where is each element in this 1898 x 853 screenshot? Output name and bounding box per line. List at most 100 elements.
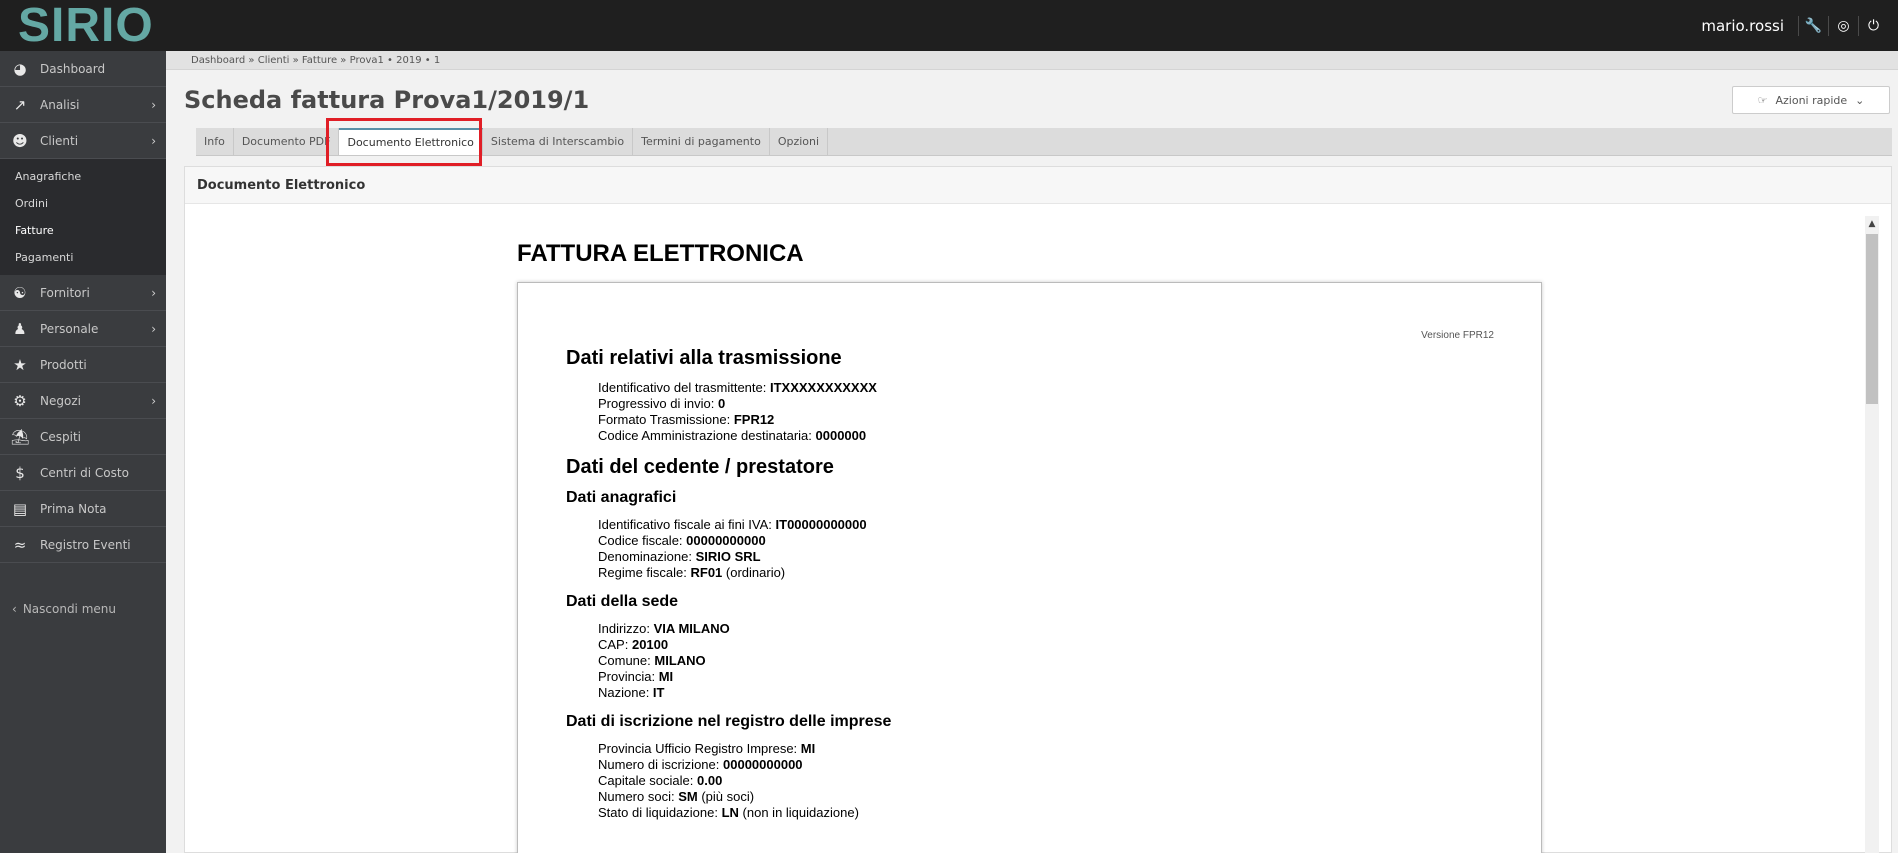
sidebar-item-negozi[interactable]: ⚙ Negozi › [0,383,166,419]
field-note: (ordinario) [722,565,786,580]
anagrafici-fields: Identificativo fiscale ai fini IVA: IT00… [566,517,1493,581]
sidebar-item-clienti[interactable]: ☻ Clienti › [0,123,166,159]
tab-opzioni[interactable]: Opzioni [770,128,829,155]
field-row: Codice Amministrazione destinataria: 000… [598,428,1493,444]
sidebar-item-registro-eventi[interactable]: ≈ Registro Eventi [0,527,166,563]
field-label: Nazione: [598,685,653,700]
submenu-item-anagrafiche[interactable]: Anagrafiche [0,163,166,190]
globe-icon[interactable]: ◎ [1828,15,1858,36]
sidebar-item-label: Personale [40,321,99,336]
field-value: SM [678,789,698,804]
sidebar-item-fornitori[interactable]: ☯ Fornitori › [0,275,166,311]
power-icon[interactable]: ⏻ [1858,15,1888,36]
sidebar-item-label: Fornitori [40,285,90,300]
rss-icon: ≈ [13,535,27,554]
dashboard-icon: ◕ [13,59,27,78]
field-value: 0.00 [697,773,723,788]
chevron-right-icon: › [151,285,156,300]
sidebar-item-label: Prodotti [40,357,87,372]
document-title: FATTURA ELETTRONICA [517,240,804,267]
users-icon: ☯ [13,283,27,302]
sidebar-item-personale[interactable]: ♟ Personale › [0,311,166,347]
field-row: CAP: 20100 [598,637,1493,653]
field-value: 20100 [631,637,669,652]
tab-sistema-di-interscambio[interactable]: Sistema di Interscambio [483,128,634,155]
subsection-heading: Dati anagrafici [566,489,677,506]
field-value: MILANO [654,653,706,668]
field-label: Comune: [598,653,655,668]
field-row: Comune: MILANO [598,653,1493,669]
field-value: LN [721,805,739,820]
field-value: MI [800,741,816,756]
sidebar-item-analisi[interactable]: ↗ Analisi › [0,87,166,123]
field-row: Codice fiscale: 00000000000 [598,533,1493,549]
submenu-item-fatture[interactable]: Fatture [0,217,166,244]
book-icon: ▤ [12,499,28,518]
field-label: Progressivo di invio: [598,396,718,411]
hide-menu-button[interactable]: ‹ Nascondi menu [0,597,166,621]
main-content: Dashboard » Clienti » Fatture » Prova1 •… [166,51,1898,853]
field-row: Numero di iscrizione: 00000000000 [598,757,1493,773]
submenu-item-pagamenti[interactable]: Pagamenti [0,244,166,271]
wrench-icon[interactable]: 🔧 [1798,15,1828,36]
field-row: Regime fiscale: RF01 (ordinario) [598,565,1493,581]
pointer-icon: ☞ [1757,93,1768,107]
tab-documento-pdf[interactable]: Documento PDF [234,128,340,155]
sidebar-item-label: Clienti [40,133,79,148]
iscrizione-fields: Provincia Ufficio Registro Imprese: MI N… [566,741,1493,821]
field-row: Stato di liquidazione: LN (non in liquid… [598,805,1493,821]
field-row: Provincia Ufficio Registro Imprese: MI [598,741,1493,757]
chevron-right-icon: › [151,321,156,336]
field-label: Denominazione: [598,549,696,564]
scroll-thumb[interactable] [1866,234,1878,404]
field-value: MI [658,669,674,684]
sidebar-item-dashboard[interactable]: ◕ Dashboard [0,51,166,87]
submenu-item-ordini[interactable]: Ordini [0,190,166,217]
field-label: Formato Trasmissione: [598,412,734,427]
sidebar-item-label: Registro Eventi [40,537,131,552]
sidebar-item-centri-di-costo[interactable]: $ Centri di Costo [0,455,166,491]
field-label: Stato di liquidazione: [598,805,722,820]
field-label: Numero di iscrizione: [598,757,723,772]
chart-icon: ↗ [13,95,27,114]
document-version: Versione FPR12 [1421,330,1494,341]
tab-termini-di-pagamento[interactable]: Termini di pagamento [633,128,770,155]
sidebar-item-cespiti[interactable]: ⛱ Cespiti [0,419,166,455]
field-row: Identificativo del trasmittente: ITXXXXX… [598,380,1493,396]
tab-highlight-box [326,118,482,166]
field-value: ITXXXXXXXXXXX [769,380,877,395]
sidebar: ◕ Dashboard ↗ Analisi › ☻ Clienti › Anag… [0,51,166,853]
section-heading: Dati relativi alla trasmissione [566,347,842,369]
quick-actions-label: Azioni rapide [1775,93,1848,107]
sidebar-item-prodotti[interactable]: ★ Prodotti [0,347,166,383]
section-heading: Dati del cedente / prestatore [566,456,834,478]
tab-info[interactable]: Info [196,128,234,155]
field-row: Identificativo fiscale ai fini IVA: IT00… [598,517,1493,533]
gear-icon: ⚙ [13,391,27,410]
chevron-right-icon: › [151,97,156,112]
field-label: Identificativo del trasmittente: [598,380,770,395]
field-row: Denominazione: SIRIO SRL [598,549,1493,565]
sidebar-item-label: Centri di Costo [40,465,129,480]
scroll-up-icon[interactable]: ▲ [1865,216,1879,232]
trasmissione-fields: Identificativo del trasmittente: ITXXXXX… [566,380,1493,444]
field-row: Formato Trasmissione: FPR12 [598,412,1493,428]
chevron-right-icon: › [151,133,156,148]
app-logo[interactable]: SIRIO [18,2,154,50]
field-row: Nazione: IT [598,685,1493,701]
field-row: Numero soci: SM (più soci) [598,789,1493,805]
field-label: Codice fiscale: [598,533,687,548]
field-label: Regime fiscale: [598,565,691,580]
sidebar-item-prima-nota[interactable]: ▤ Prima Nota [0,491,166,527]
field-label: Numero soci: [598,789,679,804]
hide-menu-label: Nascondi menu [22,602,116,616]
field-label: Indirizzo: [598,621,654,636]
sidebar-item-label: Negozi [40,393,81,408]
breadcrumb[interactable]: Dashboard » Clienti » Fatture » Prova1 •… [166,51,1898,70]
username[interactable]: mario.rossi [1687,17,1798,35]
quick-actions-button[interactable]: ☞ Azioni rapide ⌄ [1732,86,1890,114]
field-row: Progressivo di invio: 0 [598,396,1493,412]
document-scrollbar[interactable]: ▲ [1865,216,1879,853]
document-page: Versione FPR12 Dati relativi alla trasmi… [517,282,1542,853]
field-row: Capitale sociale: 0.00 [598,773,1493,789]
